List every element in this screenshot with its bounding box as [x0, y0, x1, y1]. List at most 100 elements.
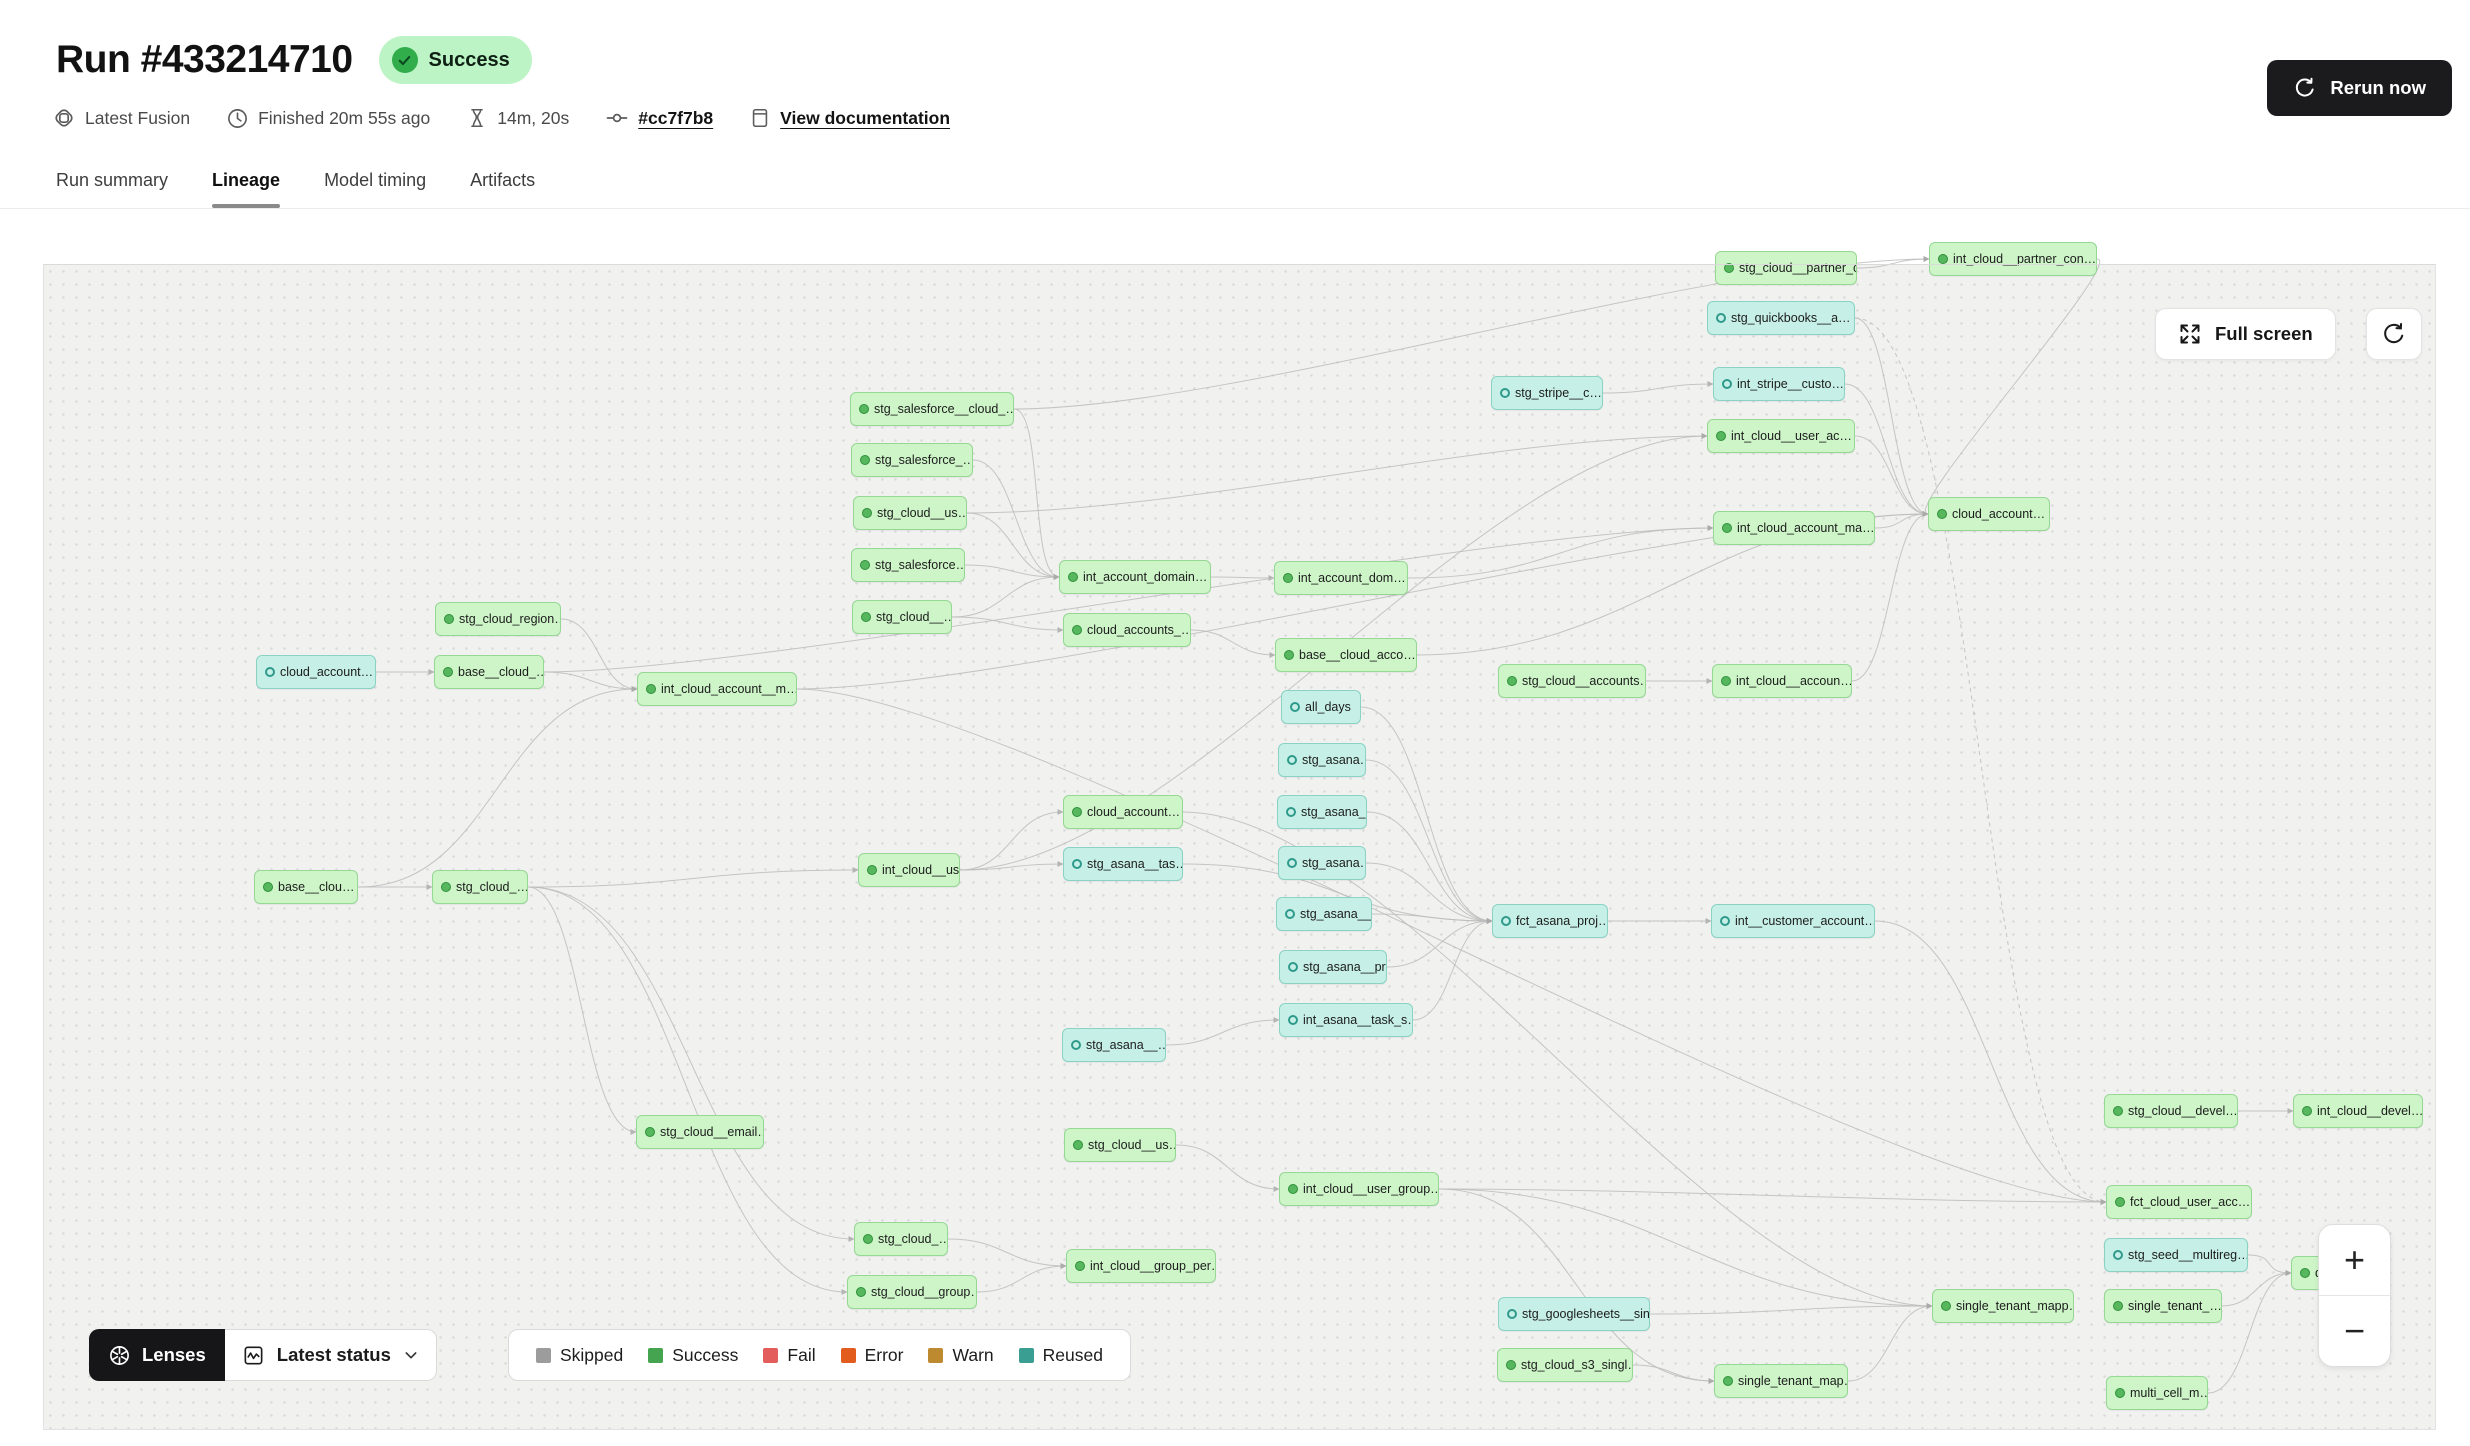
zoom-out-button[interactable]: −	[2319, 1295, 2390, 1366]
tab-model-timing[interactable]: Model timing	[324, 170, 426, 207]
clock-icon	[226, 107, 249, 130]
graph-node[interactable]: stg_asana…	[1278, 846, 1366, 880]
lineage-canvas[interactable]: stg_cloud__partner_c…int_cloud__partner_…	[43, 264, 2436, 1430]
graph-node[interactable]: stg_cloud__partner_c…	[1715, 251, 1857, 285]
graph-node[interactable]: stg_salesforce__cloud_…	[850, 392, 1014, 426]
finished-label: Finished 20m 55s ago	[258, 108, 430, 129]
graph-node[interactable]: stg_cloud__group…	[847, 1275, 977, 1309]
graph-node[interactable]: stg_salesforce_…	[851, 443, 973, 477]
node-label: base__cloud_…	[458, 665, 544, 679]
node-label: stg_asana__pr…	[1303, 960, 1387, 974]
graph-node[interactable]: int_cloud_account_ma…	[1713, 511, 1875, 545]
graph-node[interactable]: single_tenant_mapp…	[1932, 1289, 2074, 1323]
lens-selector[interactable]: Latest status	[225, 1329, 437, 1381]
graph-node[interactable]: int_cloud__user_group…	[1279, 1172, 1439, 1206]
graph-node[interactable]: stg_cloud_…	[854, 1222, 948, 1256]
graph-node[interactable]: stg_cloud__us…	[1064, 1128, 1176, 1162]
graph-node[interactable]: stg_cloud__accounts…	[1498, 664, 1646, 698]
graph-node[interactable]: int_cloud__accoun…	[1712, 664, 1852, 698]
graph-node[interactable]: stg_cloud__devel…	[2104, 1094, 2238, 1128]
graph-node[interactable]: stg_salesforce…	[851, 548, 965, 582]
graph-edge	[1366, 863, 1492, 921]
graph-node[interactable]: int_asana__task_s…	[1279, 1003, 1413, 1037]
error-color-swatch	[841, 1348, 856, 1363]
graph-node[interactable]: stg_seed__multireg…	[2104, 1238, 2248, 1272]
graph-edge	[528, 887, 847, 1292]
graph-node[interactable]: stg_cloud__…	[852, 600, 952, 634]
tab-lineage[interactable]: Lineage	[212, 170, 280, 207]
graph-node[interactable]: base__cloud_…	[434, 655, 544, 689]
graph-node[interactable]: int_cloud__us…	[858, 853, 960, 887]
graph-node[interactable]: stg_asana_…	[1277, 795, 1367, 829]
graph-node[interactable]: stg_asana__…	[1062, 1028, 1166, 1062]
success-dot-icon	[1068, 572, 1078, 582]
graph-node[interactable]: cloud_account…	[1063, 795, 1183, 829]
graph-node[interactable]: cloud_account…	[1928, 497, 2050, 531]
graph-node[interactable]: int_account_dom…	[1274, 561, 1408, 595]
tab-run-summary[interactable]: Run summary	[56, 170, 168, 207]
graph-node[interactable]: int__customer_account…	[1711, 904, 1875, 938]
graph-node[interactable]: fct_cloud_user_acc…	[2106, 1185, 2252, 1219]
graph-node[interactable]: multi_cell_m…	[2106, 1376, 2208, 1410]
node-label: single_tenant_map…	[1738, 1374, 1848, 1388]
status-badge-label: Success	[429, 49, 510, 72]
graph-node[interactable]: stg_cloud__us…	[853, 496, 967, 530]
graph-edge	[2248, 1255, 2291, 1273]
graph-node[interactable]: single_tenant_…	[2104, 1289, 2222, 1323]
graph-node[interactable]: stg_cloud__email…	[636, 1115, 764, 1149]
zoom-in-button[interactable]: +	[2319, 1225, 2390, 1295]
reused-color-swatch	[1019, 1348, 1034, 1363]
view-documentation-link[interactable]: View documentation	[780, 108, 950, 129]
graph-node[interactable]: base__clou…	[254, 870, 358, 904]
lenses-button[interactable]: Lenses	[89, 1329, 225, 1381]
graph-node[interactable]: int_cloud__group_per…	[1066, 1249, 1216, 1283]
graph-edge	[1633, 1365, 1714, 1381]
success-dot-icon	[1072, 807, 1082, 817]
graph-node[interactable]: base__cloud_acco…	[1275, 638, 1417, 672]
rerun-now-button[interactable]: Rerun now	[2267, 60, 2452, 116]
graph-edge	[1014, 409, 1059, 577]
full-screen-button[interactable]: Full screen	[2155, 308, 2336, 360]
commit-link[interactable]: #cc7f7b8	[638, 108, 713, 129]
graph-node[interactable]: int_account_domain…	[1059, 560, 1211, 594]
tab-artifacts[interactable]: Artifacts	[470, 170, 535, 207]
graph-node[interactable]: stg_asana…	[1278, 743, 1366, 777]
legend-label: Warn	[952, 1345, 993, 1366]
graph-edge	[1183, 812, 1932, 1306]
graph-node[interactable]: int_cloud__partner_con…	[1929, 242, 2097, 276]
graph-node[interactable]: fct_asana_proj…	[1492, 904, 1608, 938]
graph-node[interactable]: stg_quickbooks__a…	[1707, 301, 1855, 335]
success-dot-icon	[862, 508, 872, 518]
success-dot-icon	[1941, 1301, 1951, 1311]
graph-node[interactable]: stg_googlesheets__sin…	[1498, 1297, 1650, 1331]
reused-ring-icon	[265, 667, 275, 677]
graph-node[interactable]: cloud_account…	[256, 655, 376, 689]
graph-node[interactable]: stg_asana__pr…	[1279, 950, 1387, 984]
graph-node[interactable]: stg_cloud_…	[432, 870, 528, 904]
graph-node[interactable]: int_stripe__custo…	[1713, 367, 1845, 401]
node-label: cloud_accounts_…	[1087, 623, 1191, 637]
graph-node[interactable]: int_cloud__user_ac…	[1707, 419, 1855, 453]
document-icon	[749, 107, 771, 129]
legend-item-error: Error	[841, 1345, 904, 1366]
run-meta-row: Latest Fusion Finished 20m 55s ago 14m, …	[52, 106, 950, 130]
graph-node[interactable]: cloud_accounts_…	[1063, 613, 1191, 647]
node-label: int__customer_account…	[1735, 914, 1875, 928]
graph-node[interactable]: stg_cloud_s3_singl…	[1497, 1348, 1633, 1382]
graph-node[interactable]: int_cloud_account__m…	[637, 672, 797, 706]
graph-node[interactable]: stg_cloud_region…	[435, 602, 561, 636]
graph-node[interactable]: stg_asana__tas…	[1063, 847, 1183, 881]
graph-node[interactable]: single_tenant_map…	[1714, 1364, 1848, 1398]
success-dot-icon	[646, 684, 656, 694]
graph-edge	[1650, 1306, 1932, 1314]
graph-node[interactable]: all_days	[1281, 690, 1361, 724]
graph-node[interactable]: stg_asana__…	[1276, 897, 1372, 931]
graph-node[interactable]: int_cloud__devel…	[2293, 1094, 2423, 1128]
graph-edge	[1848, 1306, 1932, 1381]
graph-node[interactable]: stg_stripe__c…	[1491, 376, 1603, 410]
refresh-button[interactable]	[2366, 308, 2422, 360]
fail-color-swatch	[763, 1348, 778, 1363]
node-label: stg_asana__tas…	[1087, 857, 1183, 871]
node-label: stg_cloud_…	[878, 1232, 948, 1246]
graph-edge	[1925, 259, 2099, 514]
